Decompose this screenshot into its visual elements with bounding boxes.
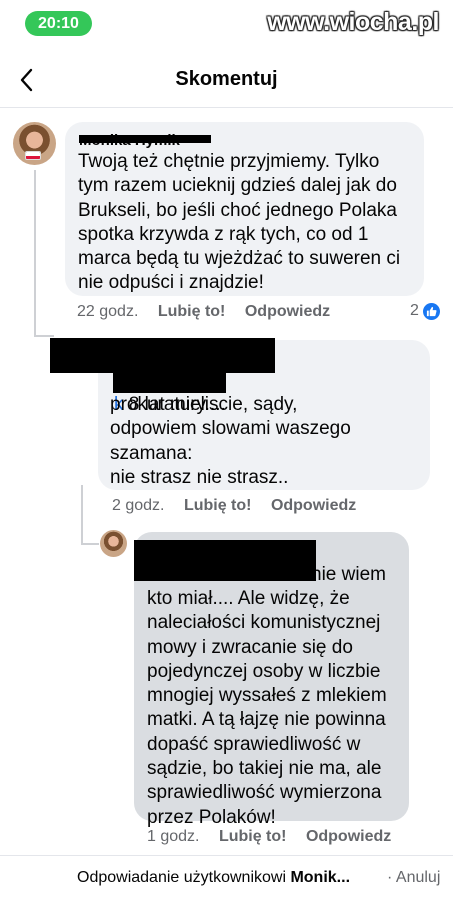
reaction-count-value: 2: [410, 302, 419, 319]
redaction-bar: [79, 135, 211, 143]
poland-flag-icon: [25, 151, 41, 160]
reaction-count[interactable]: 2: [410, 302, 440, 320]
comment-actions: 2 godz. Lubię to! Odpowiedz: [112, 497, 356, 515]
comment-time: 2 godz.: [112, 497, 165, 514]
cancel-button[interactable]: Anuluj: [396, 869, 440, 886]
thread-line: [81, 543, 99, 545]
thread-line: [81, 485, 83, 543]
header: Skomentuj: [0, 52, 453, 108]
reply-button[interactable]: Odpowiedz: [245, 303, 330, 320]
like-icon: [422, 302, 440, 320]
avatar[interactable]: [13, 122, 56, 165]
like-button[interactable]: Lubię to!: [184, 497, 252, 514]
reply-bar: Odpowiadanie użytkownikowi Monik... · An…: [0, 855, 453, 900]
cancel-reply: · Anuluj: [387, 869, 440, 887]
comment-time: 1 godz.: [147, 828, 200, 845]
thread-line: [34, 335, 54, 337]
like-button[interactable]: Lubię to!: [219, 828, 287, 845]
status-bar: 20:10 www.wiocha.pl: [0, 0, 453, 48]
comment-text: Twoją też chętnie przyjmiemy. Tylko tym …: [78, 151, 401, 294]
page-title: Skomentuj: [175, 68, 278, 90]
comment-time: 22 godz.: [77, 303, 139, 320]
redaction-block: [50, 338, 275, 373]
replying-to-prefix: Odpowiadanie użytkownikowi: [77, 869, 291, 886]
redaction-block: [113, 371, 226, 393]
avatar-photo: [100, 530, 127, 557]
watermark: www.wiocha.pl: [267, 8, 439, 36]
like-button[interactable]: Lubię to!: [158, 303, 226, 320]
replying-to-name: Monik...: [290, 869, 351, 886]
comment-text: kto miał.... Ale widzę, że naleciałości …: [147, 588, 387, 828]
reply-button[interactable]: Odpowiedz: [271, 497, 356, 514]
comment-bubble: Monika Hymik Twoją też chętnie przyjmiem…: [65, 122, 424, 296]
separator-dot: ·: [387, 869, 396, 886]
reply-button[interactable]: Odpowiedz: [306, 828, 391, 845]
redaction-block: [134, 540, 316, 581]
avatar[interactable]: [100, 530, 127, 557]
comment-actions: 1 godz. Lubię to! Odpowiedz: [147, 828, 391, 846]
comment-text: prokuratury.... odpowiem slowami waszego…: [110, 394, 351, 488]
status-time: 20:10: [25, 11, 92, 36]
comment-actions: 22 godz. Lubię to! Odpowiedz: [77, 303, 330, 321]
thread-line: [34, 170, 36, 335]
replying-to-label: Odpowiadanie użytkownikowi Monik...: [77, 869, 350, 887]
comment-text-first-line: nie wiem: [311, 564, 386, 585]
